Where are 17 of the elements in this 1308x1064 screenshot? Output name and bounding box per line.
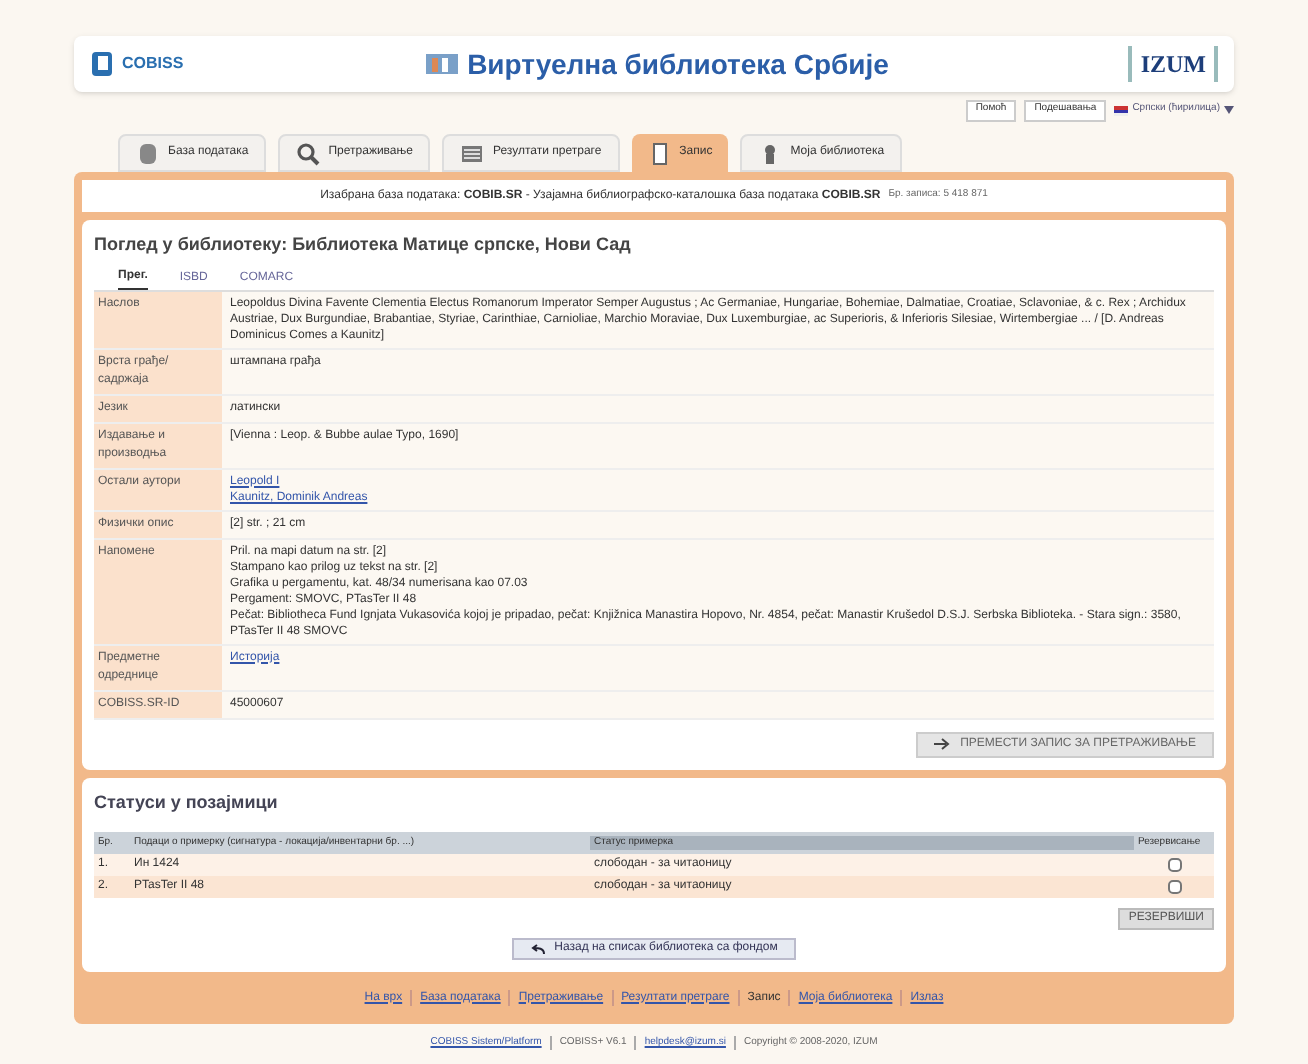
panel-title: Статуси у позајмици [94,789,280,816]
panel-title: Поглед у библиотеку: Библиотека Матице српске, Нови Сад [94,232,633,258]
reserve-checkbox[interactable] [1167,880,1181,894]
logo-text: COBISS [122,52,184,76]
logo-text: IZUM [1128,46,1218,82]
book-logo-icon [90,50,114,78]
flag-icon [1114,105,1129,115]
search-icon [296,141,321,165]
database-icon [136,141,160,165]
reserve-checkbox[interactable] [1167,858,1181,872]
document-icon [647,141,672,165]
site-title: Виртуелна библиотека Србије [467,45,889,84]
books-icon [423,52,460,76]
caret-icon [1224,106,1234,114]
list-icon [460,141,485,165]
back-arrow-icon [530,943,547,955]
arrow-icon [934,738,953,750]
